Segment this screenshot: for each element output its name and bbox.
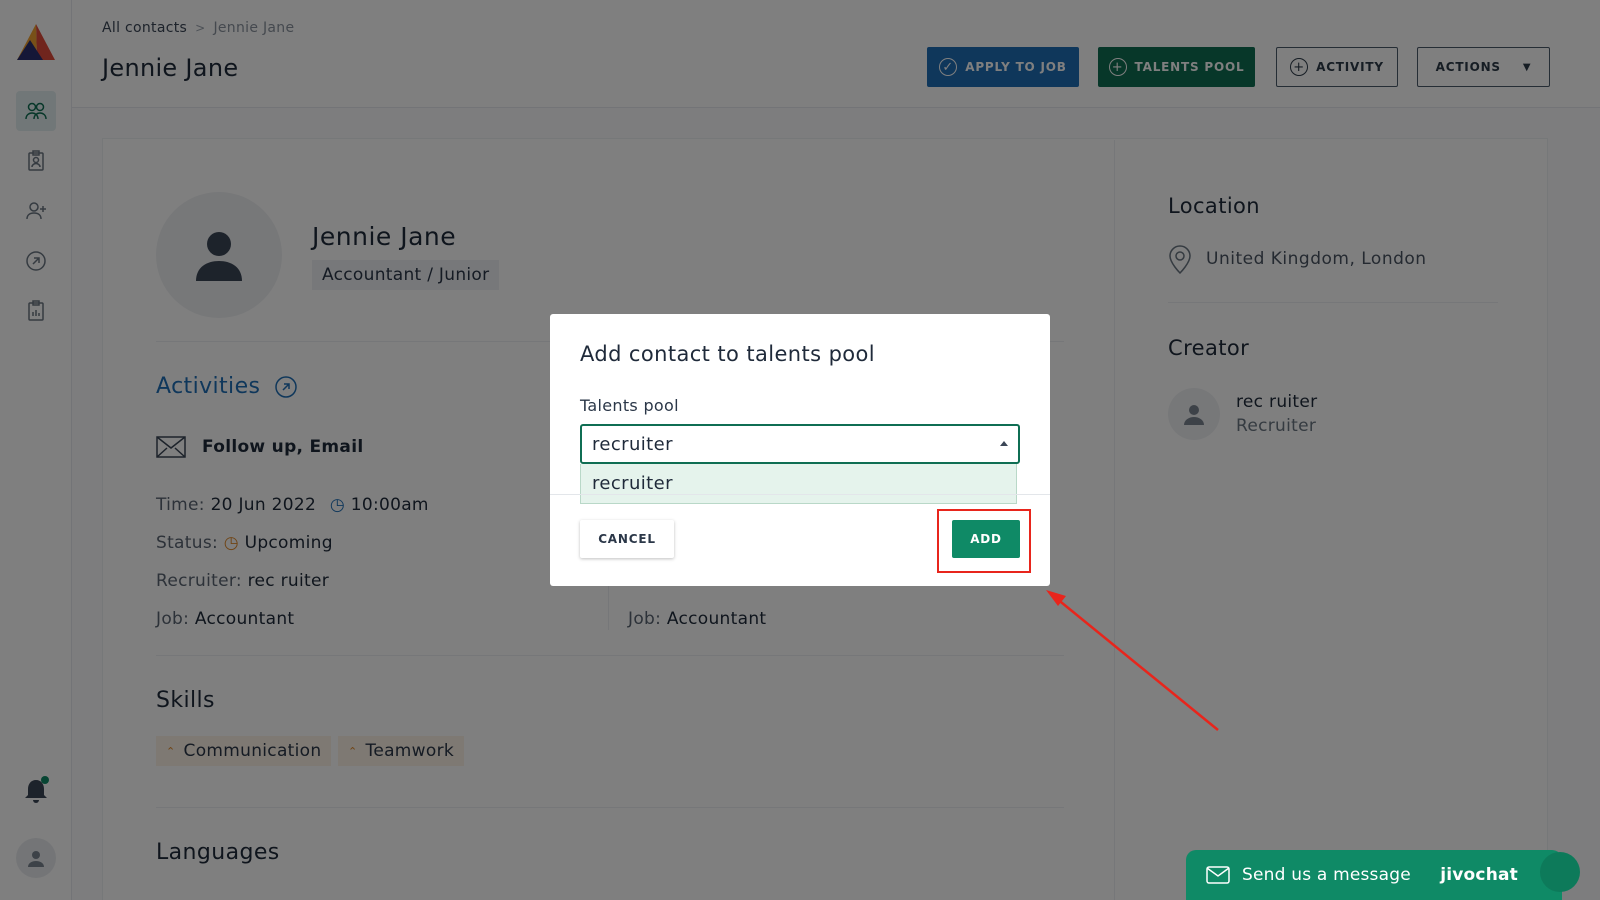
caret-up-icon <box>1000 441 1008 446</box>
dropdown-option[interactable]: recruiter <box>580 464 1017 504</box>
modal-divider <box>550 494 1050 495</box>
cancel-button[interactable]: CANCEL <box>580 520 674 558</box>
talents-pool-label: Talents pool <box>580 396 679 415</box>
chat-bubble[interactable] <box>1540 852 1580 892</box>
chat-brand: jivochat <box>1440 865 1518 885</box>
modal-title: Add contact to talents pool <box>580 342 876 366</box>
talents-pool-select[interactable]: recruiter <box>580 424 1020 464</box>
envelope-icon <box>1206 866 1230 884</box>
option-label: recruiter <box>592 473 673 494</box>
chat-widget[interactable]: Send us a message jivochat <box>1186 850 1562 900</box>
add-button-highlight <box>937 509 1031 573</box>
selected-value: recruiter <box>592 433 673 455</box>
chat-message: Send us a message <box>1242 865 1411 885</box>
